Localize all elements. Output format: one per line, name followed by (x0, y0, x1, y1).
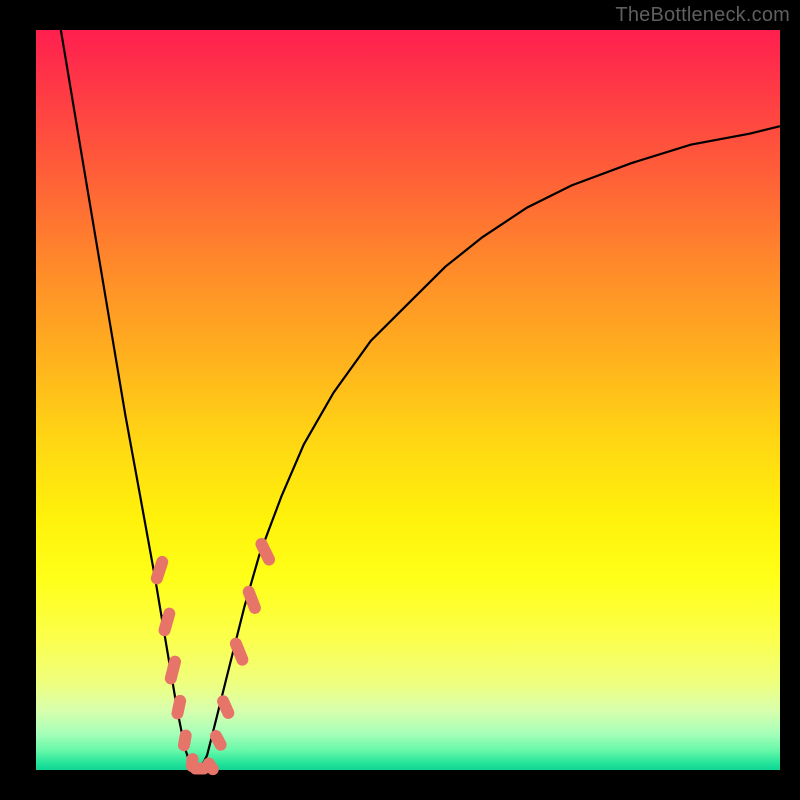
curve-marker (229, 636, 250, 666)
curve-marker (171, 694, 187, 720)
chart-svg (36, 30, 780, 770)
curve-marker (164, 655, 182, 685)
curve-marker (242, 585, 262, 615)
chart-frame: TheBottleneck.com (0, 0, 800, 800)
plot-area (36, 30, 780, 770)
bottleneck-curve (36, 0, 780, 770)
curve-marker (178, 729, 192, 751)
watermark-text: TheBottleneck.com (615, 4, 790, 27)
